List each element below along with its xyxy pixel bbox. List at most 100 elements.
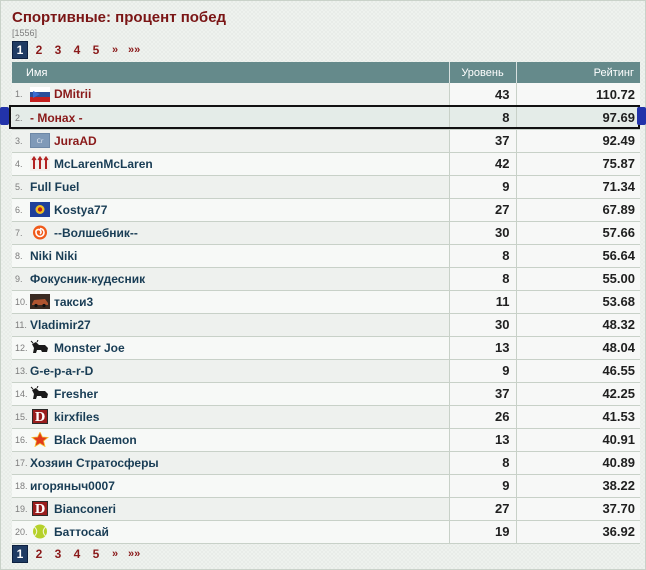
rank-number: 14. <box>15 388 28 399</box>
cell-level: 8 <box>448 451 517 475</box>
rank-number: 4. <box>15 158 23 169</box>
pagination-bottom-page-next[interactable]: » <box>107 545 123 563</box>
player-name-link[interactable]: Хозяин Стратосферы <box>30 456 159 470</box>
pagination-top-page-1[interactable]: 1 <box>12 41 28 59</box>
cell-name: 2. - Монах - <box>12 106 450 130</box>
bull-icon <box>30 385 50 401</box>
cell-name: 12. Monster Joe <box>12 336 450 360</box>
player-name-link[interactable]: Black Daemon <box>54 433 137 447</box>
cell-name: 4. McLarenMcLaren <box>12 152 450 176</box>
highlight-marker-right <box>637 107 646 125</box>
pagination-bottom-page-1[interactable]: 1 <box>12 545 28 563</box>
player-cell: 20. Баттосай <box>12 521 449 543</box>
column-header-rating[interactable]: Рейтинг <box>516 62 640 83</box>
highlight-marker-left <box>0 107 9 125</box>
cell-name: 1. DMitrii <box>12 83 450 107</box>
player-name-link[interactable]: Фокусник-кудесник <box>30 272 145 286</box>
player-name-link[interactable]: --Волшебник-- <box>54 226 138 240</box>
rank-number: 9. <box>15 273 23 284</box>
pagination-top-page-next[interactable]: » <box>107 41 123 59</box>
cell-rating: 40.91 <box>516 428 640 452</box>
pagination-top-page-2[interactable]: 2 <box>31 41 47 59</box>
rank-number: 16. <box>15 434 28 445</box>
table-row: 1. DMitrii 43 110.72 <box>12 83 640 107</box>
rank-number: 11. <box>15 319 27 330</box>
flag-icon <box>30 86 50 102</box>
table-row: 4. McLarenMcLaren 42 75.87 <box>12 152 640 176</box>
player-name-link[interactable]: Monster Joe <box>54 341 125 355</box>
cell-name: 16. Black Daemon <box>12 428 450 452</box>
cell-level: 9 <box>448 359 517 383</box>
pagination-bottom-page-4[interactable]: 4 <box>69 545 85 563</box>
cell-rating: 48.32 <box>516 313 640 337</box>
player-cell: 6. Kostya77 <box>12 199 449 221</box>
player-cell: 2. - Монах - <box>12 107 449 129</box>
pagination-top-page-5[interactable]: 5 <box>88 41 104 59</box>
player-name-link[interactable]: - Монах - <box>30 111 83 125</box>
pagination-bottom-page-2[interactable]: 2 <box>31 545 47 563</box>
player-name-link[interactable]: Kostya77 <box>54 203 107 217</box>
player-cell: 11. Vladimir27 <box>12 314 449 336</box>
table-row: 18. игоряныч0007 9 38.22 <box>12 474 640 498</box>
cell-name: 14. Fresher <box>12 382 450 406</box>
cell-level: 13 <box>448 336 517 360</box>
cell-level: 9 <box>448 175 517 199</box>
player-cell: 9. Фокусник-кудесник <box>12 268 449 290</box>
player-name-link[interactable]: kirxfiles <box>54 410 99 424</box>
player-name-link[interactable]: Niki Niki <box>30 249 77 263</box>
pagination-bottom-page-last[interactable]: »» <box>126 545 142 563</box>
player-name-link[interactable]: G-e-p-a-r-D <box>30 364 93 378</box>
player-name-link[interactable]: Bianconeri <box>54 502 116 516</box>
player-name-link[interactable]: McLarenMcLaren <box>54 157 153 171</box>
cell-name: 13. G-e-p-a-r-D <box>12 359 450 383</box>
player-name-link[interactable]: Vladimir27 <box>30 318 91 332</box>
pagination-bottom-page-5[interactable]: 5 <box>88 545 104 563</box>
cell-rating: 36.92 <box>516 520 640 544</box>
table-row: 6. Kostya77 27 67.89 <box>12 198 640 222</box>
cell-level: 8 <box>448 244 517 268</box>
player-name-link[interactable]: Баттосай <box>54 525 109 539</box>
table-row: 12. Monster Joe 13 48.04 <box>12 336 640 360</box>
letter-d-icon: D <box>30 501 50 516</box>
column-header-name[interactable]: Имя <box>12 62 450 83</box>
cell-name: 19. D Bianconeri <box>12 497 450 521</box>
table-row: 14. Fresher 37 42.25 <box>12 382 640 406</box>
table-row: 2. - Монах - 8 97.69 <box>12 106 640 130</box>
swirl-icon <box>30 225 50 240</box>
player-name-link[interactable]: Full Fuel <box>30 180 79 194</box>
cell-rating: 97.69 <box>516 106 640 130</box>
pagination-bottom: 1 2 3 4 5»»» <box>12 545 142 563</box>
rank-number: 1. <box>15 89 23 100</box>
cell-level: 13 <box>448 428 517 452</box>
player-name-link[interactable]: DMitrii <box>54 87 91 101</box>
clan-badge-icon: Cr <box>30 133 50 148</box>
cell-rating: 42.25 <box>516 382 640 406</box>
cell-name: 20. Баттосай <box>12 520 450 544</box>
cell-level: 19 <box>448 520 517 544</box>
cell-rating: 48.04 <box>516 336 640 360</box>
cell-level: 26 <box>448 405 517 429</box>
pagination-bottom-page-3[interactable]: 3 <box>50 545 66 563</box>
svg-text:Cr: Cr <box>37 138 44 145</box>
rank-number: 12. <box>15 342 28 353</box>
rank-number: 17. <box>15 457 28 468</box>
player-name-link[interactable]: такси3 <box>54 295 93 309</box>
cell-rating: 92.49 <box>516 129 640 153</box>
cell-rating: 57.66 <box>516 221 640 245</box>
cell-rating: 53.68 <box>516 290 640 314</box>
column-header-level[interactable]: Уровень <box>449 62 517 83</box>
pagination-top-page-4[interactable]: 4 <box>69 41 85 59</box>
player-name-link[interactable]: JuraAD <box>54 134 97 148</box>
player-cell: 3. Cr JuraAD <box>12 130 449 152</box>
player-name-link[interactable]: игоряныч0007 <box>30 479 115 493</box>
tennis-ball-icon <box>30 524 50 539</box>
pagination-top: 1 2 3 4 5»»» <box>12 41 142 59</box>
pagination-top-page-last[interactable]: »» <box>126 41 142 59</box>
pagination-top-page-3[interactable]: 3 <box>50 41 66 59</box>
rank-number: 6. <box>15 204 23 215</box>
player-name-link[interactable]: Fresher <box>54 387 98 401</box>
cell-level: 30 <box>448 313 517 337</box>
total-count: [1556] <box>12 28 38 38</box>
rank-number: 7. <box>15 227 23 238</box>
player-cell: 8. Niki Niki <box>12 245 449 267</box>
